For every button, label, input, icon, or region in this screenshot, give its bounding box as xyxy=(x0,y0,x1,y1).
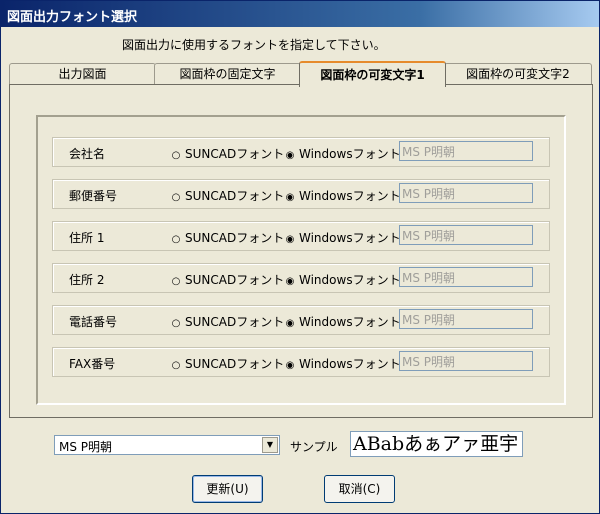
font-name-field[interactable] xyxy=(399,309,533,329)
dialog-window: 図面出力フォント選択 図面出力に使用するフォントを指定して下さい。 出力図面 図… xyxy=(0,0,600,514)
windows-font-radio[interactable]: ◉ Windowsフォント xyxy=(285,145,401,162)
row-postal-code: 郵便番号 ○ SUNCADフォント ◉ Windowsフォント xyxy=(52,179,550,209)
radio-unchecked-icon: ○ xyxy=(171,234,181,245)
window-title: 図面出力フォント選択 xyxy=(7,10,138,25)
sample-preview: ABabあぁアァ亜宇 xyxy=(350,431,523,457)
radio-checked-icon: ◉ xyxy=(285,318,295,329)
tab-frame-variable-text-2[interactable]: 図面枠の可変文字2 xyxy=(444,63,592,84)
row-fax-number: FAX番号 ○ SUNCADフォント ◉ Windowsフォント xyxy=(52,347,550,377)
windows-font-radio[interactable]: ◉ Windowsフォント xyxy=(285,187,401,204)
radio-label: Windowsフォント xyxy=(299,357,401,371)
tab-frame-fixed-text[interactable]: 図面枠の固定文字 xyxy=(154,63,301,84)
radio-unchecked-icon: ○ xyxy=(171,318,181,329)
font-name-field[interactable] xyxy=(399,351,533,371)
row-label: 電話番号 xyxy=(69,315,118,329)
radio-label: SUNCADフォント xyxy=(185,273,285,287)
windows-font-radio[interactable]: ◉ Windowsフォント xyxy=(285,271,401,288)
radio-unchecked-icon: ○ xyxy=(171,360,181,371)
radio-label: SUNCADフォント xyxy=(185,315,285,329)
font-select-value: MS P明朝 xyxy=(59,440,113,454)
cancel-button[interactable]: 取消(C) xyxy=(324,475,395,503)
font-name-field[interactable] xyxy=(399,141,533,161)
radio-label: SUNCADフォント xyxy=(185,189,285,203)
radio-label: SUNCADフォント xyxy=(185,357,285,371)
tab-output-drawing[interactable]: 出力図面 xyxy=(9,63,156,84)
windows-font-radio[interactable]: ◉ Windowsフォント xyxy=(285,313,401,330)
row-company-name: 会社名 ○ SUNCADフォント ◉ Windowsフォント xyxy=(52,137,550,167)
radio-checked-icon: ◉ xyxy=(285,276,295,287)
windows-font-radio[interactable]: ◉ Windowsフォント xyxy=(285,229,401,246)
suncad-font-radio[interactable]: ○ SUNCADフォント xyxy=(171,355,285,372)
font-settings-group: 会社名 ○ SUNCADフォント ◉ Windowsフォント 郵便番号 ○ SUNCA… xyxy=(36,115,566,405)
radio-label: Windowsフォント xyxy=(299,147,401,161)
suncad-font-radio[interactable]: ○ SUNCADフォント xyxy=(171,187,285,204)
font-name-field[interactable] xyxy=(399,267,533,287)
suncad-font-radio[interactable]: ○ SUNCADフォント xyxy=(171,313,285,330)
row-label: FAX番号 xyxy=(69,357,116,371)
update-button[interactable]: 更新(U) xyxy=(192,475,263,503)
title-bar[interactable]: 図面出力フォント選択 xyxy=(1,1,599,27)
radio-label: Windowsフォント xyxy=(299,189,401,203)
windows-font-radio[interactable]: ◉ Windowsフォント xyxy=(285,355,401,372)
radio-unchecked-icon: ○ xyxy=(171,192,181,203)
radio-unchecked-icon: ○ xyxy=(171,276,181,287)
radio-label: Windowsフォント xyxy=(299,273,401,287)
radio-label: Windowsフォント xyxy=(299,231,401,245)
chevron-down-icon[interactable]: ▼ xyxy=(262,437,278,453)
tab-frame-variable-text-1[interactable]: 図面枠の可変文字1 xyxy=(299,61,446,87)
radio-unchecked-icon: ○ xyxy=(171,150,181,161)
row-address-2: 住所 2 ○ SUNCADフォント ◉ Windowsフォント xyxy=(52,263,550,293)
row-label: 郵便番号 xyxy=(69,189,118,203)
radio-label: SUNCADフォント xyxy=(185,147,285,161)
radio-checked-icon: ◉ xyxy=(285,234,295,245)
font-name-field[interactable] xyxy=(399,225,533,245)
radio-checked-icon: ◉ xyxy=(285,360,295,371)
radio-label: Windowsフォント xyxy=(299,315,401,329)
row-label: 住所 2 xyxy=(69,273,105,287)
suncad-font-radio[interactable]: ○ SUNCADフォント xyxy=(171,229,285,246)
radio-checked-icon: ◉ xyxy=(285,192,295,203)
instruction-text: 図面出力に使用するフォントを指定して下さい。 xyxy=(122,38,386,52)
tab-panel: 会社名 ○ SUNCADフォント ◉ Windowsフォント 郵便番号 ○ SUNCA… xyxy=(9,84,593,418)
font-select-dropdown[interactable]: MS P明朝 ▼ xyxy=(54,435,280,455)
radio-label: SUNCADフォント xyxy=(185,231,285,245)
row-phone-number: 電話番号 ○ SUNCADフォント ◉ Windowsフォント xyxy=(52,305,550,335)
font-name-field[interactable] xyxy=(399,183,533,203)
row-label: 会社名 xyxy=(69,147,106,161)
sample-label: サンプル xyxy=(290,440,338,454)
radio-checked-icon: ◉ xyxy=(285,150,295,161)
row-label: 住所 1 xyxy=(69,231,105,245)
suncad-font-radio[interactable]: ○ SUNCADフォント xyxy=(171,145,285,162)
row-address-1: 住所 1 ○ SUNCADフォント ◉ Windowsフォント xyxy=(52,221,550,251)
suncad-font-radio[interactable]: ○ SUNCADフォント xyxy=(171,271,285,288)
